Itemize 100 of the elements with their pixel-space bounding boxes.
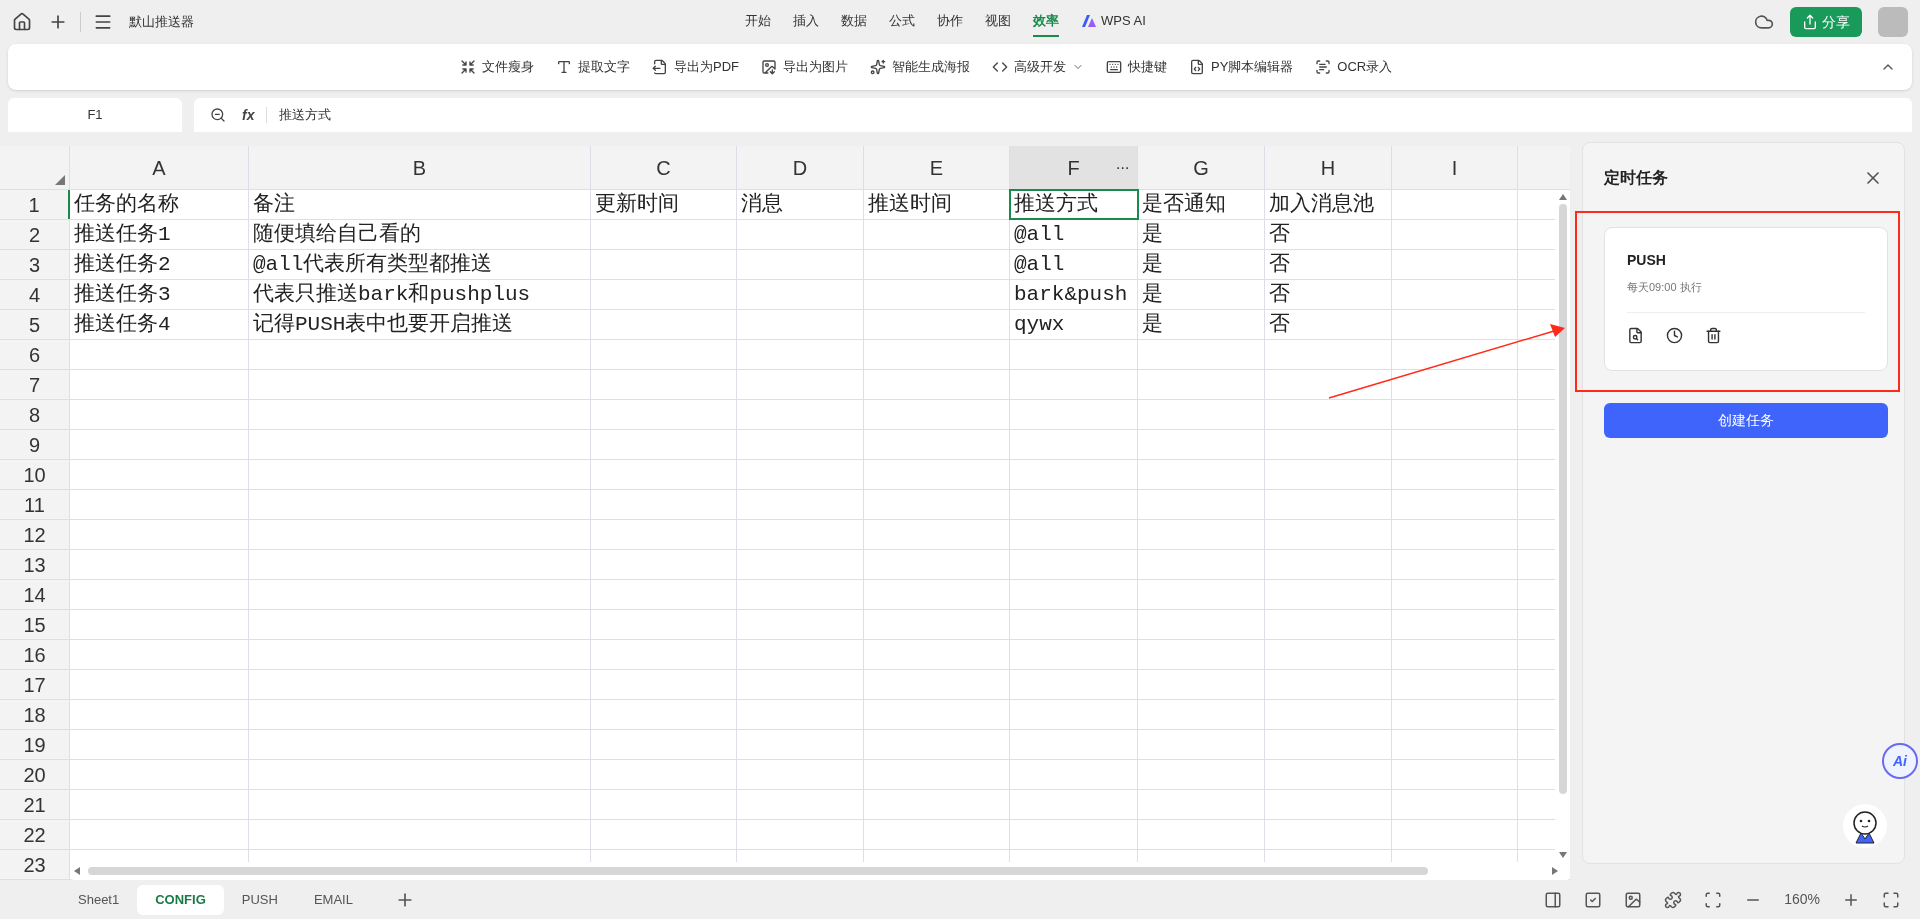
- table-cell[interactable]: 是否通知: [1142, 190, 1226, 220]
- row-number[interactable]: 19: [0, 730, 70, 759]
- menu-tab[interactable]: 公式: [889, 7, 915, 37]
- table-cell[interactable]: 推送方式: [1014, 190, 1098, 220]
- home-icon[interactable]: [12, 12, 32, 32]
- table-cell[interactable]: 否: [1269, 310, 1290, 340]
- menu-tab[interactable]: 协作: [937, 7, 963, 37]
- view-log-icon[interactable]: [1627, 326, 1644, 344]
- row-number[interactable]: 17: [0, 670, 70, 699]
- table-cell[interactable]: 是: [1142, 250, 1163, 280]
- column-header[interactable]: D: [737, 146, 864, 189]
- toolbar-button[interactable]: 文件瘦身: [460, 57, 534, 77]
- row-number[interactable]: 12: [0, 520, 70, 549]
- toolbar-button[interactable]: 快捷键: [1106, 57, 1167, 77]
- row-number[interactable]: 23: [0, 850, 70, 879]
- more-icon[interactable]: ···: [1115, 155, 1129, 180]
- task-card[interactable]: PUSH 每天09:00 执行: [1604, 227, 1888, 371]
- puzzle-icon[interactable]: [1664, 890, 1683, 909]
- sheet-tab[interactable]: CONFIG: [137, 884, 224, 915]
- formula-bar[interactable]: fx 推送方式: [194, 98, 1912, 132]
- row-number[interactable]: 21: [0, 790, 70, 819]
- toolbar-button[interactable]: 智能生成海报: [870, 57, 970, 77]
- scroll-left-icon[interactable]: [74, 867, 80, 875]
- table-cell[interactable]: 备注: [253, 190, 295, 220]
- sheet-tab[interactable]: Sheet1: [60, 884, 138, 915]
- scroll-down-icon[interactable]: [1558, 852, 1567, 858]
- row-number[interactable]: 2: [0, 220, 70, 249]
- share-button[interactable]: 分享: [1790, 7, 1862, 37]
- cloud-sync-icon[interactable]: [1754, 12, 1774, 32]
- fullscreen-icon[interactable]: [1882, 890, 1900, 909]
- row-number[interactable]: 6: [0, 340, 70, 369]
- row-number[interactable]: 10: [0, 460, 70, 489]
- row-number[interactable]: 4: [0, 280, 70, 309]
- table-cell[interactable]: 更新时间: [595, 190, 679, 220]
- row-number[interactable]: 7: [0, 370, 70, 399]
- menu-tab[interactable]: WPS AI: [1081, 7, 1146, 37]
- panel-icon[interactable]: [1544, 890, 1563, 909]
- menu-tab[interactable]: 插入: [793, 7, 819, 37]
- table-cell[interactable]: 推送任务3: [74, 280, 171, 310]
- table-cell[interactable]: 消息: [741, 190, 783, 220]
- row-number[interactable]: 22: [0, 820, 70, 849]
- table-cell[interactable]: 推送任务2: [74, 250, 171, 280]
- mascot-icon[interactable]: [1842, 803, 1888, 849]
- table-cell[interactable]: 加入消息池: [1269, 190, 1374, 220]
- table-cell[interactable]: 否: [1269, 220, 1290, 250]
- menu-tab[interactable]: 数据: [841, 7, 867, 37]
- horizontal-scrollbar[interactable]: [70, 862, 1570, 880]
- table-cell[interactable]: 代表只推送bark和pushplus: [253, 280, 531, 310]
- table-cell[interactable]: @all: [1014, 250, 1065, 280]
- toolbar-button[interactable]: 导出为图片: [761, 57, 848, 77]
- row-number[interactable]: 15: [0, 610, 70, 639]
- table-cell[interactable]: 否: [1269, 280, 1290, 310]
- table-cell[interactable]: 否: [1269, 250, 1290, 280]
- column-header[interactable]: B: [249, 146, 591, 189]
- column-header[interactable]: F ···: [1010, 146, 1138, 189]
- toolbar-button[interactable]: 高级开发: [992, 57, 1084, 77]
- row-number[interactable]: 20: [0, 760, 70, 789]
- toolbar-button[interactable]: 提取文字: [556, 57, 630, 77]
- sheet-tab[interactable]: EMAIL: [295, 884, 371, 915]
- focus-icon[interactable]: [1704, 890, 1723, 909]
- clock-icon[interactable]: [1666, 326, 1683, 344]
- column-header[interactable]: I: [1392, 146, 1518, 189]
- name-box[interactable]: F1: [8, 98, 182, 132]
- toolbar-button[interactable]: PY脚本编辑器: [1189, 57, 1294, 77]
- row-number[interactable]: 18: [0, 700, 70, 729]
- sheet-tab[interactable]: PUSH: [223, 884, 296, 915]
- menu-tab[interactable]: 开始: [745, 7, 771, 37]
- row-number[interactable]: 3: [0, 250, 70, 279]
- create-task-button[interactable]: 创建任务: [1604, 403, 1888, 438]
- table-cell[interactable]: @all代表所有类型都推送: [253, 250, 493, 280]
- row-number[interactable]: 1: [0, 190, 70, 219]
- row-number[interactable]: 11: [0, 490, 70, 519]
- ai-assistant-button[interactable]: Ai: [1882, 743, 1918, 779]
- column-header[interactable]: C: [591, 146, 737, 189]
- row-number[interactable]: 13: [0, 550, 70, 579]
- table-cell[interactable]: 推送任务1: [74, 220, 171, 250]
- row-number[interactable]: 16: [0, 640, 70, 669]
- table-cell[interactable]: @all: [1014, 220, 1065, 250]
- column-header[interactable]: G: [1138, 146, 1265, 189]
- menu-tab[interactable]: 效率: [1033, 7, 1059, 37]
- table-cell[interactable]: 是: [1142, 280, 1163, 310]
- zoom-out-icon[interactable]: [210, 107, 226, 123]
- column-header[interactable]: A: [70, 146, 249, 189]
- table-cell[interactable]: 是: [1142, 310, 1163, 340]
- toolbar-button[interactable]: OCR录入: [1315, 57, 1393, 77]
- delete-icon[interactable]: [1705, 326, 1722, 344]
- table-cell[interactable]: 是: [1142, 220, 1163, 250]
- select-all-icon[interactable]: [55, 175, 65, 185]
- table-cell[interactable]: qywx: [1014, 310, 1065, 340]
- table-cell[interactable]: 随便填给自己看的: [253, 220, 421, 250]
- row-number[interactable]: 14: [0, 580, 70, 609]
- row-number[interactable]: 5: [0, 310, 70, 339]
- scroll-up-icon[interactable]: [1558, 194, 1567, 200]
- review-icon[interactable]: [1584, 890, 1603, 909]
- row-number[interactable]: 8: [0, 400, 70, 429]
- table-cell[interactable]: 任务的名称: [74, 190, 179, 220]
- row-number[interactable]: 9: [0, 430, 70, 459]
- scroll-right-icon[interactable]: [1552, 867, 1558, 875]
- image-icon[interactable]: [1624, 890, 1643, 909]
- table-cell[interactable]: 推送时间: [868, 190, 952, 220]
